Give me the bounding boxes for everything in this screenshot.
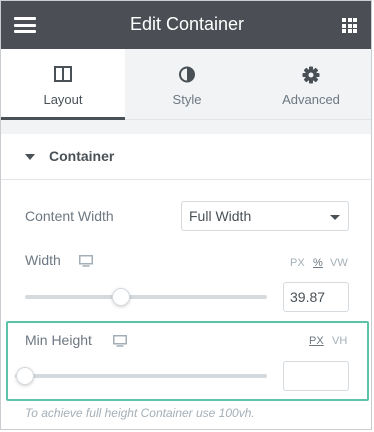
tab-advanced-label: Advanced [282,92,340,107]
content-width-select[interactable]: Full Width [181,201,349,231]
width-label: Width [25,252,61,268]
help-text: To achieve full height Container use 100… [25,406,255,420]
width-input[interactable] [283,282,349,312]
panel-tabs: Layout Style Advanced [1,49,371,120]
half-circle-contrast-icon [179,66,195,83]
unit-vh[interactable]: VH [332,335,347,347]
unit-px[interactable]: PX [290,257,305,269]
content-width-label: Content Width [25,208,114,224]
edit-container-panel: Edit Container Layout Style Advanced Con… [0,0,372,430]
min-height-slider-track[interactable] [15,374,267,378]
page-title: Edit Container [129,14,245,34]
tab-advanced[interactable]: Advanced [249,49,371,119]
tab-layout[interactable]: Layout [1,49,125,120]
unit-vw[interactable]: VW [330,257,348,269]
content-width-value: Full Width [189,208,252,224]
grid-apps-icon[interactable] [342,18,357,33]
desktop-monitor-icon[interactable] [79,255,93,267]
width-slider-handle[interactable] [112,288,130,306]
caret-down-icon [25,154,35,160]
width-slider-track[interactable] [25,295,267,299]
layout-columns-icon [54,66,72,82]
section-title: Container [49,148,115,164]
panel-header: Edit Container [1,1,371,49]
unit-percent[interactable]: % [313,257,323,269]
tab-style[interactable]: Style [125,49,249,119]
min-height-input[interactable] [283,361,349,391]
chevron-down-icon [330,215,340,220]
min-height-slider-handle[interactable] [16,367,34,385]
section-spacer [1,120,371,134]
tab-layout-label: Layout [43,92,83,107]
tab-style-label: Style [172,92,202,107]
desktop-monitor-icon[interactable] [113,335,127,347]
container-section-toggle[interactable]: Container [1,134,371,180]
min-height-label: Min Height [25,332,92,348]
gear-icon [302,66,320,84]
unit-px[interactable]: PX [309,335,324,347]
